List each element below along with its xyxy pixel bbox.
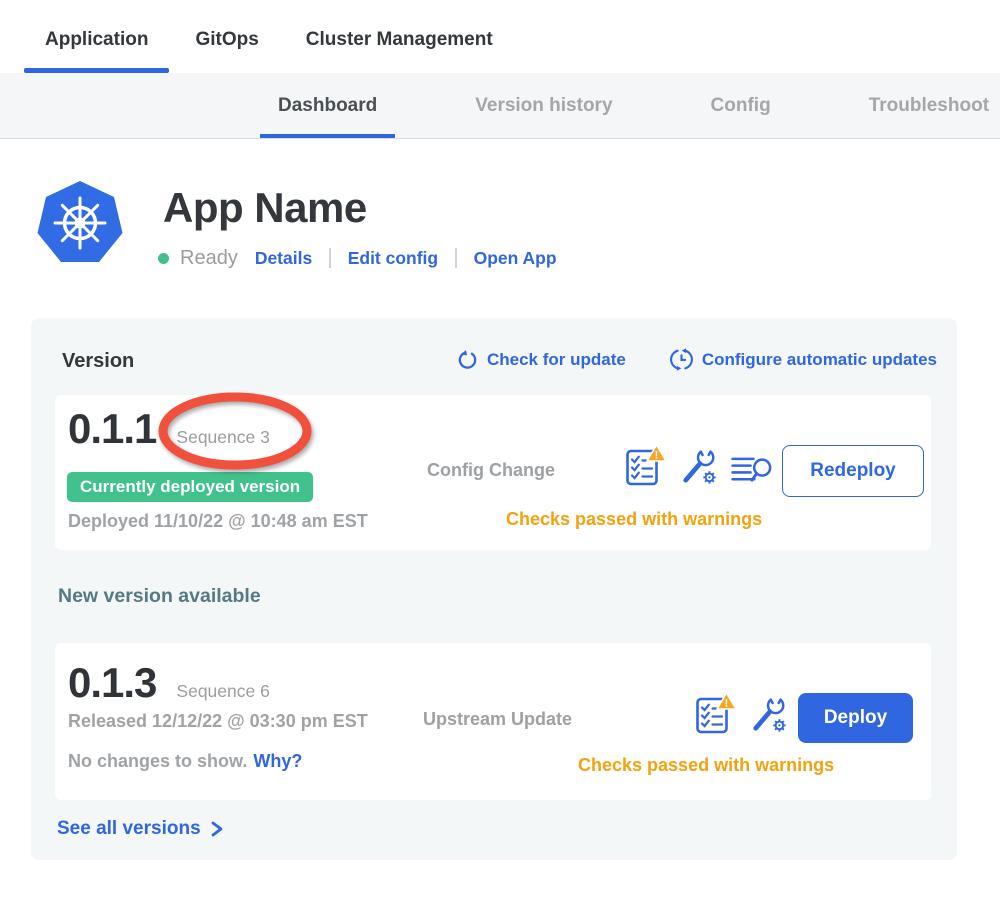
check-for-update-label: Check for update (487, 350, 626, 370)
no-changes-text: No changes to show. Why? (68, 751, 302, 772)
tab-troubleshoot[interactable]: Troubleshoot (851, 73, 1000, 138)
available-version-status-icons: ! (695, 691, 788, 735)
current-version-number: 0.1.1 (68, 405, 156, 453)
refresh-icon (457, 349, 478, 370)
current-version-status-icons: ! (625, 443, 772, 487)
topnav-item-cluster-management[interactable]: Cluster Management (285, 0, 514, 73)
svg-text:!: ! (725, 698, 729, 710)
page-title: App Name (163, 184, 367, 232)
chevron-right-icon (210, 820, 224, 838)
divider (455, 248, 457, 268)
current-version-card: 0.1.1 Sequence 3 Currently deployed vers… (55, 395, 931, 550)
available-version-card: 0.1.3 Sequence 6 Released 12/12/22 @ 03:… (55, 643, 931, 800)
topnav-item-application[interactable]: Application (24, 0, 169, 73)
status-label: Ready (180, 247, 238, 270)
tab-version-history[interactable]: Version history (457, 73, 630, 138)
config-wrench-icon[interactable] (680, 445, 718, 487)
app-sub-nav: Dashboard Version history Config Trouble… (0, 73, 1000, 139)
preflight-checks-warning-icon[interactable]: ! (695, 691, 737, 735)
logs-search-icon[interactable] (731, 454, 772, 487)
configure-automatic-updates-link[interactable]: Configure automatic updates (670, 348, 937, 371)
check-for-update-link[interactable]: Check for update (457, 348, 626, 371)
why-link[interactable]: Why? (253, 751, 302, 771)
available-version-number: 0.1.3 (68, 659, 156, 707)
released-timestamp: Released 12/12/22 @ 03:30 pm EST (68, 711, 368, 732)
config-wrench-icon[interactable] (750, 693, 788, 735)
available-version-sequence: Sequence 6 (176, 681, 269, 702)
topnav-item-gitops[interactable]: GitOps (174, 0, 279, 73)
see-all-versions-link[interactable]: See all versions (57, 818, 224, 840)
open-app-link[interactable]: Open App (474, 248, 557, 269)
version-source-label: Upstream Update (423, 709, 572, 730)
configure-automatic-updates-label: Configure automatic updates (702, 350, 937, 370)
no-changes-label: No changes to show. (68, 751, 247, 771)
clock-sync-icon (670, 348, 693, 371)
version-section: Version Check for update Configure autom… (31, 318, 957, 860)
version-heading: Version (62, 350, 134, 373)
update-actions: Check for update Configure automatic upd… (457, 348, 937, 371)
status-dot-icon (158, 253, 169, 264)
tab-config[interactable]: Config (693, 73, 789, 138)
tab-dashboard[interactable]: Dashboard (260, 73, 395, 138)
deployed-timestamp: Deployed 11/10/22 @ 10:48 am EST (68, 511, 368, 532)
available-version-row: 0.1.3 Sequence 6 (68, 659, 270, 707)
details-link[interactable]: Details (255, 248, 312, 269)
currently-deployed-badge: Currently deployed version (67, 472, 313, 502)
current-version-row: 0.1.1 Sequence 3 (68, 405, 270, 453)
top-nav: Application GitOps Cluster Management (0, 0, 1000, 73)
new-version-available-heading: New version available (58, 585, 261, 608)
kubernetes-logo-icon (36, 179, 124, 267)
version-source-label: Config Change (427, 460, 555, 481)
checks-status-text: Checks passed with warnings (578, 755, 834, 776)
preflight-checks-warning-icon[interactable]: ! (625, 443, 667, 487)
checks-status-text: Checks passed with warnings (506, 509, 762, 530)
see-all-versions-label: See all versions (57, 818, 201, 840)
deploy-button[interactable]: Deploy (798, 693, 913, 743)
redeploy-button[interactable]: Redeploy (782, 445, 924, 497)
app-status-row: Ready Details Edit config Open App (158, 244, 557, 272)
edit-config-link[interactable]: Edit config (348, 248, 438, 269)
divider (329, 248, 331, 268)
current-version-sequence: Sequence 3 (176, 427, 269, 448)
svg-text:!: ! (655, 450, 659, 462)
